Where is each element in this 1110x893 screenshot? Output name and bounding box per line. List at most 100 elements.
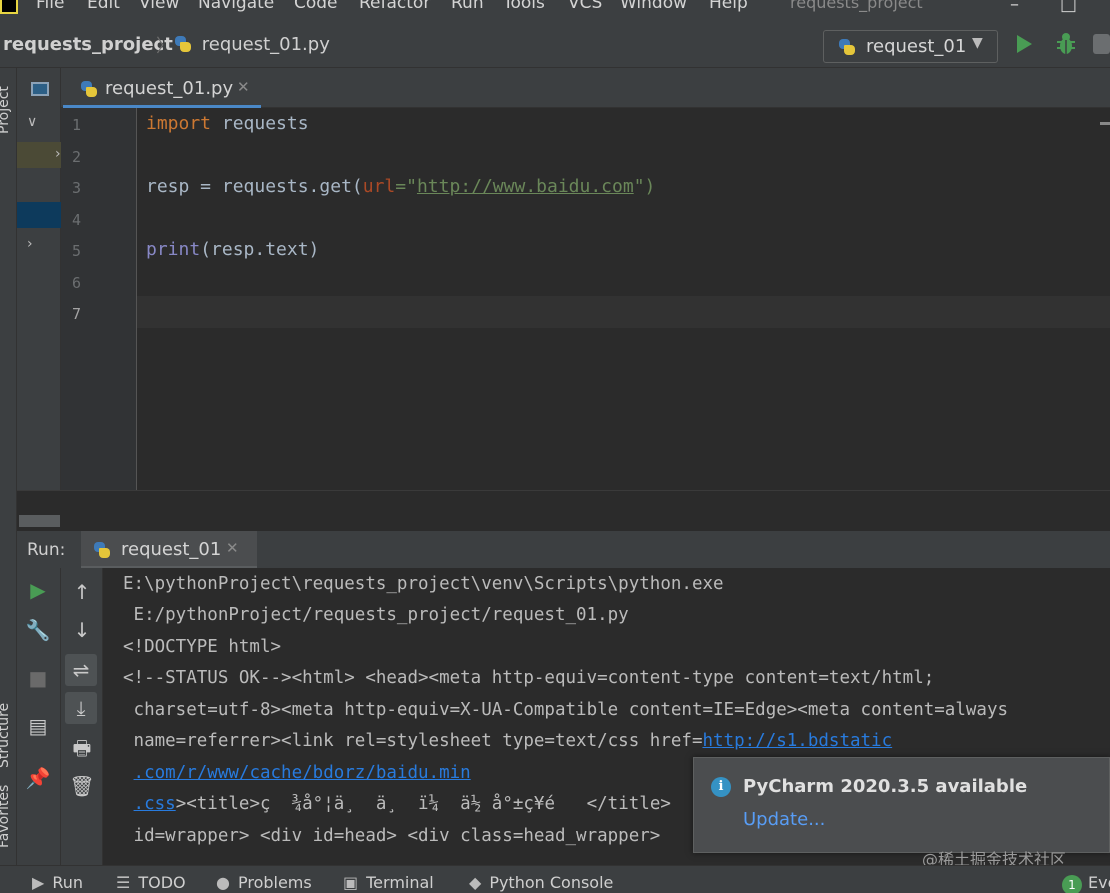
console-line: <!--STATUS OK--><html> <head><meta http-…	[123, 668, 935, 688]
menu-window[interactable]: Window	[620, 0, 687, 13]
run-toolbar-secondary: ↑ ↓ ⇌ ⤓ 🖶 🗑	[61, 568, 103, 865]
bottom-tab-run[interactable]: ▶ Run	[32, 873, 83, 892]
run-panel-label: Run:	[27, 540, 66, 560]
close-icon[interactable]: ✕	[237, 78, 250, 96]
current-line-highlight	[137, 296, 1110, 328]
editor-tab-bar: request_01.py ✕	[61, 68, 1110, 108]
code-line-3: resp = requests.get(url="http://www.baid…	[146, 176, 656, 197]
bottom-tab-problems[interactable]: ● Problems	[216, 873, 312, 892]
breadcrumb-file[interactable]: request_01.py	[174, 34, 330, 55]
debug-bug-icon[interactable]	[1055, 32, 1077, 56]
run-config-label: request_01	[866, 36, 967, 57]
bottom-tab-todo[interactable]: ☰ TODO	[116, 873, 186, 892]
python-file-icon	[80, 80, 98, 98]
console-line: <!DOCTYPE html>	[123, 637, 282, 657]
run-toolbar-primary: ▶ 🔧 ■ ▤ 📌	[17, 568, 61, 865]
soft-wrap-icon[interactable]: ⇌	[65, 654, 97, 686]
tree-row-selected[interactable]: ›	[17, 142, 61, 168]
chevron-down-icon: ▼	[972, 35, 983, 51]
run-tab-label: request_01	[121, 539, 222, 560]
update-notification: i PyCharm 2020.3.5 available Update...	[693, 757, 1110, 853]
tree-row-libs[interactable]: ›	[17, 232, 61, 258]
run-button[interactable]	[1017, 35, 1032, 53]
terminal-icon: ▣	[343, 873, 359, 892]
structure-side-tab[interactable]: Structure	[0, 703, 12, 768]
console-line: .css><title>ç ¾å°¦ä¸ ä¸ ï¼ ä½ å°±ç¥é </t…	[133, 794, 671, 814]
arrow-up-icon[interactable]: ↑	[61, 576, 103, 608]
layout-icon[interactable]: ▤	[17, 710, 59, 742]
notification-title: PyCharm 2020.3.5 available	[743, 776, 1028, 797]
menu-vcs[interactable]: VCS	[568, 0, 602, 13]
bottom-tab-python-console[interactable]: ◆ Python Console	[469, 873, 613, 892]
tree-row-file[interactable]	[17, 202, 61, 228]
bottom-tool-bar: ▶ Run ☰ TODO ● Problems ▣ Terminal ◆ Python C…	[0, 865, 1110, 893]
breadcrumb-project[interactable]: requests_project	[3, 34, 173, 55]
chevron-down-icon: ∨	[27, 114, 38, 130]
menu-run[interactable]: Run	[451, 0, 484, 13]
left-tool-strip: Project Structure Favorites	[0, 68, 17, 865]
menu-refactor[interactable]: Refactor	[359, 0, 430, 13]
menu-help[interactable]: Help	[709, 0, 748, 13]
stop-icon[interactable]: ■	[17, 662, 59, 694]
console-link[interactable]: .com/r/www/cache/bdorz/baidu.min	[134, 763, 471, 783]
console-line: E:\pythonProject\requests_project\venv\S…	[123, 574, 724, 594]
trash-icon[interactable]: 🗑	[61, 770, 103, 802]
warning-icon: ●	[216, 873, 230, 892]
console-line: .com/r/www/cache/bdorz/baidu.min	[123, 763, 471, 783]
console-line: id=wrapper> <div id=head> <div class=hea…	[123, 826, 661, 846]
run-panel-header: Run: request_01 ✕	[17, 530, 1110, 569]
arrow-down-icon[interactable]: ↓	[61, 614, 103, 646]
console-link[interactable]: .css	[134, 794, 176, 814]
console-line: name=referrer><link rel=stylesheet type=…	[123, 731, 893, 751]
scroll-to-end-icon[interactable]: ⤓	[65, 692, 97, 724]
run-tab-request-01[interactable]: request_01 ✕	[81, 531, 257, 569]
editor-tab-label: request_01.py	[105, 78, 234, 99]
coverage-icon[interactable]	[1093, 34, 1110, 54]
menu-navigate[interactable]: Navigate	[198, 0, 274, 13]
editor-horizontal-scroll	[17, 490, 1110, 530]
close-icon[interactable]: ✕	[226, 539, 239, 557]
update-link[interactable]: Update...	[743, 809, 825, 830]
project-view-icon[interactable]	[31, 82, 49, 96]
menu-tools[interactable]: Tools	[503, 0, 545, 13]
info-icon: i	[711, 777, 731, 797]
window-title: requests_project	[790, 0, 923, 12]
editor-inspection-marker[interactable]	[1100, 122, 1110, 125]
chevron-right-icon: ›	[27, 236, 33, 252]
tree-row-root[interactable]: ∨	[17, 110, 61, 136]
breadcrumb-file-label: request_01.py	[201, 34, 330, 55]
bottom-tab-event-log[interactable]: Eve	[1088, 873, 1110, 892]
pin-icon[interactable]: 📌	[17, 762, 59, 794]
line-number-gutter: 1 2 3 4 5 6 7	[61, 108, 137, 490]
print-icon[interactable]: 🖶	[61, 732, 103, 764]
favorites-side-tab[interactable]: Favorites	[0, 785, 12, 848]
horizontal-scrollbar[interactable]	[19, 515, 60, 527]
code-line-1: import requests	[146, 113, 309, 134]
line-number: 3	[71, 179, 81, 197]
chevron-right-icon: ›	[55, 146, 61, 162]
code-editor[interactable]: import requests resp = requests.get(url=…	[137, 108, 1110, 490]
python-icon	[93, 541, 111, 559]
rerun-icon[interactable]: ▶	[17, 574, 59, 606]
minimize-icon[interactable]: –	[1010, 0, 1019, 15]
wrench-icon[interactable]: 🔧	[17, 614, 59, 646]
menu-code[interactable]: Code	[294, 0, 338, 13]
run-config-selector[interactable]: request_01 ▼	[823, 30, 998, 63]
maximize-icon[interactable]: □	[1060, 0, 1077, 15]
menu-edit[interactable]: Edit	[87, 0, 120, 13]
console-line: charset=utf-8><meta http-equiv=X-UA-Comp…	[123, 700, 1009, 720]
python-icon: ◆	[469, 873, 482, 892]
editor-tab-request-01[interactable]: request_01.py ✕	[63, 68, 261, 108]
console-link[interactable]: http://s1.bdstatic	[702, 731, 892, 751]
menu-file[interactable]: File	[36, 0, 64, 13]
code-line-5: print(resp.text)	[146, 239, 320, 260]
bottom-tab-terminal[interactable]: ▣ Terminal	[343, 873, 434, 892]
navigation-bar: requests_project 〉 request_01.py request…	[0, 18, 1110, 68]
line-number: 2	[71, 148, 81, 166]
run-icon: ▶	[32, 873, 45, 892]
menu-view[interactable]: View	[139, 0, 179, 13]
project-side-tab[interactable]: Project	[0, 86, 12, 134]
project-panel: ∨ › ›	[17, 68, 61, 530]
line-number: 7	[71, 305, 81, 323]
python-file-icon	[174, 35, 192, 53]
